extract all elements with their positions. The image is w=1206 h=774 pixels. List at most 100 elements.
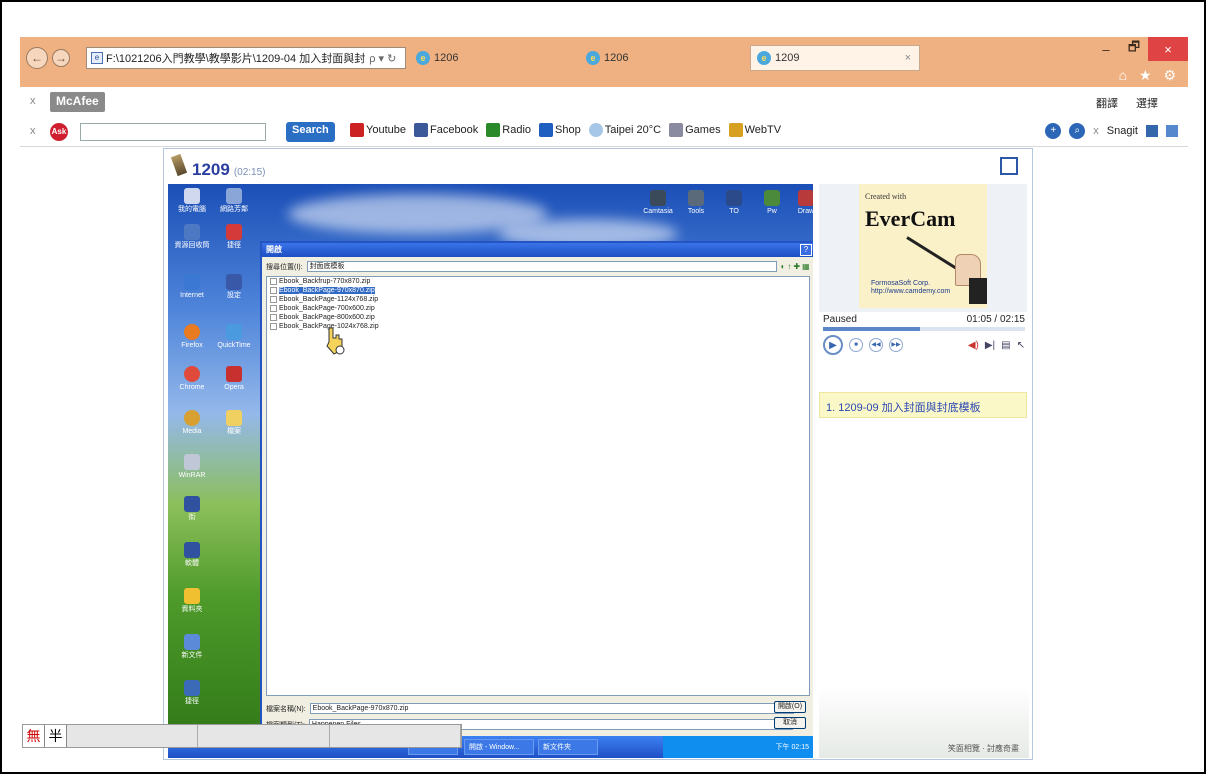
desktop-icon: 網路芳鄰 — [214, 188, 254, 214]
search-button[interactable]: Search — [286, 122, 335, 142]
pointer-icon[interactable]: ↖ — [1017, 340, 1025, 351]
page-icon: e — [91, 52, 103, 64]
close-toolbar-icon[interactable]: x — [30, 125, 36, 137]
subtitle-icon[interactable]: ▤ — [1001, 340, 1010, 351]
ime-mode-button[interactable]: 無 — [23, 725, 45, 747]
logo-url: http://www.camdemy.com — [871, 288, 951, 295]
tab-1206-b[interactable]: e 1206 — [580, 45, 750, 71]
desktop-icon: Internet — [172, 274, 212, 300]
desktop-icon: 軟體 — [172, 542, 212, 568]
file-list[interactable]: Ebook_Backfrup-770x870.zip Ebook_BackPage… — [266, 276, 810, 696]
link-webtv[interactable]: WebTV — [728, 123, 781, 137]
desktop-icon: TO — [714, 190, 754, 216]
ime-cell — [329, 725, 461, 747]
link-radio[interactable]: Radio — [486, 123, 531, 137]
mcafee-button[interactable]: McAfee — [50, 92, 105, 112]
tab-1206-a[interactable]: e 1206 — [410, 45, 580, 71]
fast-forward-icon[interactable]: ▶▶ — [889, 338, 903, 352]
video-duration: (02:15) — [233, 167, 266, 178]
pointer-stick — [906, 236, 961, 272]
close-toolbar-icon[interactable]: x — [30, 95, 36, 107]
filename-row: 檔案名稱(N): Ebook_BackPage-970x870.zip — [266, 703, 794, 714]
taskbar-item[interactable]: 新文件夾 — [538, 739, 598, 755]
link-shop[interactable]: Shop — [539, 123, 581, 137]
desktop-icon: 捷徑 — [172, 680, 212, 706]
control-buttons: ▶ ■ ◀◀ ▶▶ ◀) ▶| ▤ ↖ — [819, 331, 1029, 359]
home-fav-settings-icons[interactable]: ⌂ ★ ⚙ — [1119, 67, 1180, 84]
file-item[interactable]: Ebook_BackPage-1024x768.zip — [267, 322, 809, 331]
address-bar[interactable]: e F:\1021206入門教學\教學影片\1209-04 加入封面與封 ρ ▾… — [86, 47, 406, 69]
file-name: Ebook_BackPage-700x600.zip — [279, 305, 375, 312]
ime-halfwidth-button[interactable]: 半 — [45, 725, 67, 747]
search-input[interactable] — [80, 123, 266, 141]
fullscreen-icon[interactable] — [1000, 157, 1018, 175]
look-in-label: 搜尋位置(I): — [266, 263, 303, 271]
dialog-toolbar-icons[interactable]: ◐↑✚▦ — [781, 262, 812, 271]
desktop-icon: Firefox — [172, 324, 212, 350]
help-button[interactable]: ? — [800, 244, 812, 256]
taskbar-item[interactable]: 開啟 - Window... — [464, 739, 534, 755]
look-in-combo[interactable]: 封面底模板 — [306, 261, 777, 272]
link-youtube[interactable]: Youtube — [350, 123, 406, 137]
youtube-icon — [350, 123, 364, 137]
ime-cell — [198, 725, 330, 747]
volume-icon[interactable]: ◀) — [968, 340, 979, 351]
file-name: Ebook_BackPage-800x600.zip — [279, 314, 375, 321]
progress-bar[interactable] — [823, 327, 1025, 331]
snagit-editor-icon[interactable] — [1166, 125, 1178, 137]
minimize-button[interactable]: – — [1092, 37, 1120, 61]
ie-icon: e — [757, 51, 771, 65]
snagit-button[interactable]: Snagit — [1107, 125, 1138, 137]
cancel-button[interactable]: 取消 — [774, 717, 806, 729]
file-item[interactable]: Ebook_BackPage-800x600.zip — [267, 313, 809, 322]
desktop-icon: Media — [172, 410, 212, 436]
webtv-icon — [728, 123, 743, 137]
back-button[interactable]: ← — [26, 47, 48, 69]
filename-field[interactable]: Ebook_BackPage-970x870.zip — [309, 703, 794, 714]
close-button[interactable]: × — [1148, 37, 1188, 61]
file-name: Ebook_Backfrup-770x870.zip — [279, 278, 371, 285]
restore-button[interactable]: 🗗 — [1120, 37, 1148, 61]
tab-1209[interactable]: e 1209 × — [750, 45, 920, 71]
link-facebook[interactable]: Facebook — [413, 123, 478, 137]
file-item[interactable]: Ebook_BackPage-970x870.zip — [267, 286, 809, 295]
look-in-row: 搜尋位置(I): 封面底模板 ◐↑✚▦ — [266, 261, 812, 272]
link-weather[interactable]: Taipei 20°C — [588, 123, 661, 137]
next-chapter-icon[interactable]: ▶| — [985, 340, 995, 351]
file-item[interactable]: Ebook_Backfrup-770x870.zip — [267, 277, 809, 286]
ime-cell — [67, 725, 199, 747]
select-button[interactable]: 選擇 — [1136, 95, 1158, 111]
ime-toolbar: 無 半 — [22, 724, 462, 748]
file-item[interactable]: Ebook_BackPage-700x600.zip — [267, 304, 809, 313]
play-icon[interactable]: ▶ — [823, 335, 843, 355]
ask-toolbar: x Ask Search Youtube Facebook Radio Shop… — [20, 117, 1188, 147]
file-item[interactable]: Ebook_BackPage-1124x768.zip — [267, 295, 809, 304]
rewind-icon[interactable]: ◀◀ — [869, 338, 883, 352]
open-button[interactable]: 開啟(O) — [774, 701, 806, 713]
tab-close-icon[interactable]: × — [905, 52, 911, 64]
translate-button[interactable]: 翻譯 — [1096, 95, 1118, 111]
file-name: Ebook_BackPage-970x870.zip — [279, 287, 375, 294]
player-time: 01:05 / 02:15 — [966, 314, 1025, 325]
snagit-capture-icon[interactable] — [1146, 125, 1158, 137]
zoom-in-icon[interactable]: + — [1045, 123, 1062, 139]
system-tray: 下午 02:15 — [663, 736, 813, 758]
address-tools[interactable]: ρ ▾ ↻ — [369, 52, 396, 65]
close-toolbar-icon[interactable]: x — [1093, 125, 1099, 137]
stop-icon[interactable]: ■ — [849, 338, 863, 352]
zip-file-icon — [270, 287, 277, 294]
desktop-icon: WinRAR — [172, 454, 212, 480]
evercam-logo: Created with EverCam FormosaSoft Corp. h… — [859, 184, 987, 308]
toolbar-right: + ⌕ x Snagit — [1045, 123, 1178, 139]
tab-label: 1206 — [604, 52, 629, 64]
link-games[interactable]: Games — [669, 123, 721, 137]
search-circle-icon[interactable]: ⌕ — [1069, 123, 1086, 139]
chapter-item[interactable]: 1. 1209-09 加入封面與封底模板 — [819, 392, 1027, 418]
dialog-title: 開啟 — [262, 243, 813, 257]
player-side-panel: Created with EverCam FormosaSoft Corp. h… — [819, 184, 1029, 758]
forward-button[interactable]: → — [52, 49, 70, 67]
desktop-icon: QuickTime — [214, 324, 254, 350]
radio-icon — [486, 123, 501, 137]
logo-created-text: Created with — [865, 192, 907, 201]
zip-file-icon — [270, 323, 277, 330]
